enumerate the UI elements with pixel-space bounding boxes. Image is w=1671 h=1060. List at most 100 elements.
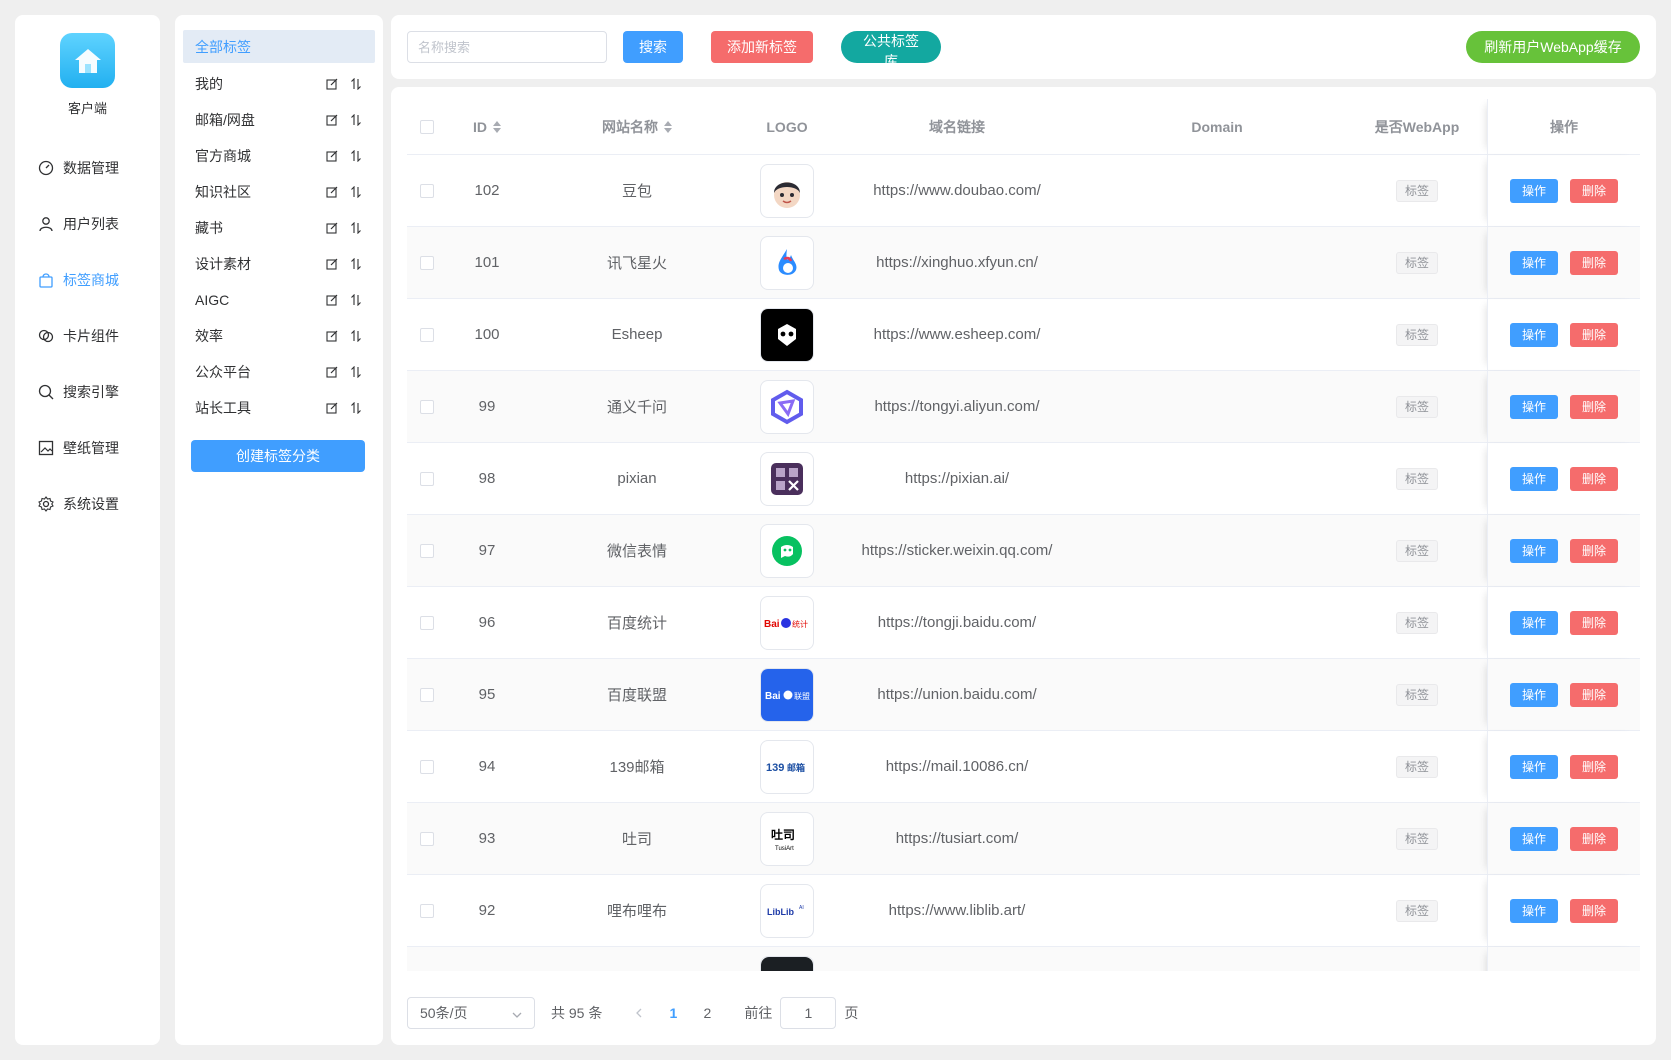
checkbox[interactable]	[420, 255, 434, 270]
sort-icon[interactable]	[349, 149, 363, 163]
category-item[interactable]: 设计素材	[183, 246, 375, 282]
delete-button[interactable]: 删除	[1570, 250, 1618, 275]
row-checkbox-cell[interactable]	[407, 803, 447, 874]
delete-button[interactable]: 删除	[1570, 394, 1618, 419]
nav-item-wallpaper[interactable]: 壁纸管理	[15, 420, 160, 476]
checkbox[interactable]	[420, 183, 434, 198]
operate-button[interactable]: 操作	[1510, 754, 1558, 779]
page-jump-input[interactable]	[780, 997, 837, 1029]
checkbox[interactable]	[420, 119, 434, 134]
edit-icon[interactable]	[325, 149, 339, 163]
create-category-button[interactable]: 创建标签分类	[191, 440, 365, 472]
nav-item-cards[interactable]: 卡片组件	[15, 308, 160, 364]
nav-item-settings[interactable]: 系统设置	[15, 476, 160, 532]
row-checkbox-cell[interactable]	[407, 227, 447, 298]
category-item[interactable]: 官方商城	[183, 138, 375, 174]
add-tag-button[interactable]: 添加新标签	[711, 31, 813, 63]
row-checkbox-cell[interactable]	[407, 299, 447, 370]
operate-button[interactable]: 操作	[1510, 538, 1558, 563]
edit-icon[interactable]	[325, 293, 339, 307]
category-item[interactable]: 公众平台	[183, 354, 375, 390]
operate-button[interactable]: 操作	[1510, 682, 1558, 707]
delete-button[interactable]: 删除	[1570, 754, 1618, 779]
column-header-id[interactable]: ID	[447, 99, 527, 154]
edit-icon[interactable]	[325, 221, 339, 235]
category-item[interactable]: 我的	[183, 66, 375, 102]
row-checkbox-cell[interactable]	[407, 443, 447, 514]
nav-item-data[interactable]: 数据管理	[15, 140, 160, 196]
checkbox[interactable]	[420, 327, 434, 342]
row-checkbox-cell[interactable]	[407, 515, 447, 586]
checkbox[interactable]	[420, 471, 434, 486]
nav-item-users[interactable]: 用户列表	[15, 196, 160, 252]
sort-icon[interactable]	[349, 77, 363, 91]
column-header-name[interactable]: 网站名称	[527, 99, 747, 154]
row-checkbox-cell[interactable]	[407, 371, 447, 442]
sort-icon[interactable]	[493, 120, 501, 133]
checkbox[interactable]	[420, 759, 434, 774]
operate-button[interactable]: 操作	[1510, 178, 1558, 203]
category-item[interactable]: 全部标签	[183, 30, 375, 63]
delete-button[interactable]: 删除	[1570, 898, 1618, 923]
category-item[interactable]: 知识社区	[183, 174, 375, 210]
operate-button[interactable]: 操作	[1510, 394, 1558, 419]
prev-page-button[interactable]	[626, 1008, 650, 1018]
search-input[interactable]	[407, 31, 607, 63]
edit-icon[interactable]	[325, 365, 339, 379]
operate-button[interactable]: 操作	[1510, 466, 1558, 491]
page-size-select[interactable]: 50条/页	[407, 997, 535, 1029]
operate-button[interactable]: 操作	[1510, 322, 1558, 347]
delete-button[interactable]: 删除	[1570, 178, 1618, 203]
nav-item-search-engine[interactable]: 搜索引擎	[15, 364, 160, 420]
sort-icon[interactable]	[349, 113, 363, 127]
category-item[interactable]: AIGC	[183, 282, 375, 318]
row-checkbox-cell[interactable]	[407, 947, 447, 971]
delete-button[interactable]: 删除	[1570, 610, 1618, 635]
delete-button[interactable]: 删除	[1570, 538, 1618, 563]
checkbox[interactable]	[420, 543, 434, 558]
operate-button[interactable]: 操作	[1510, 826, 1558, 851]
page-number[interactable]: 2	[692, 1005, 722, 1021]
category-item[interactable]: 效率	[183, 318, 375, 354]
checkbox[interactable]	[420, 831, 434, 846]
sort-icon[interactable]	[349, 221, 363, 235]
select-all-checkbox[interactable]	[407, 99, 447, 154]
home-icon[interactable]	[60, 33, 115, 88]
sort-icon[interactable]	[349, 185, 363, 199]
edit-icon[interactable]	[325, 77, 339, 91]
edit-icon[interactable]	[325, 113, 339, 127]
edit-icon[interactable]	[325, 401, 339, 415]
delete-button[interactable]: 删除	[1570, 970, 1618, 971]
sort-icon[interactable]	[349, 365, 363, 379]
edit-icon[interactable]	[325, 185, 339, 199]
sort-icon[interactable]	[664, 120, 672, 133]
edit-icon[interactable]	[325, 257, 339, 271]
operate-button[interactable]: 操作	[1510, 250, 1558, 275]
page-number[interactable]: 1	[658, 1005, 688, 1021]
search-button[interactable]: 搜索	[623, 31, 683, 63]
checkbox[interactable]	[420, 903, 434, 918]
delete-button[interactable]: 删除	[1570, 682, 1618, 707]
row-checkbox-cell[interactable]	[407, 155, 447, 226]
sort-icon[interactable]	[349, 257, 363, 271]
operate-button[interactable]: 操作	[1510, 610, 1558, 635]
row-checkbox-cell[interactable]	[407, 875, 447, 946]
delete-button[interactable]: 删除	[1570, 466, 1618, 491]
edit-icon[interactable]	[325, 329, 339, 343]
checkbox[interactable]	[420, 399, 434, 414]
public-tag-library-button[interactable]: 公共标签库	[841, 31, 941, 69]
refresh-webapp-cache-button[interactable]: 刷新用户WebApp缓存	[1466, 31, 1640, 63]
checkbox[interactable]	[420, 687, 434, 702]
operate-button[interactable]: 操作	[1510, 898, 1558, 923]
sort-icon[interactable]	[349, 293, 363, 307]
delete-button[interactable]: 删除	[1570, 826, 1618, 851]
category-item[interactable]: 邮箱/网盘	[183, 102, 375, 138]
sort-icon[interactable]	[349, 401, 363, 415]
row-checkbox-cell[interactable]	[407, 731, 447, 802]
row-checkbox-cell[interactable]	[407, 659, 447, 730]
delete-button[interactable]: 删除	[1570, 322, 1618, 347]
checkbox[interactable]	[420, 615, 434, 630]
sort-icon[interactable]	[349, 329, 363, 343]
category-item[interactable]: 藏书	[183, 210, 375, 246]
category-item[interactable]: 站长工具	[183, 390, 375, 426]
